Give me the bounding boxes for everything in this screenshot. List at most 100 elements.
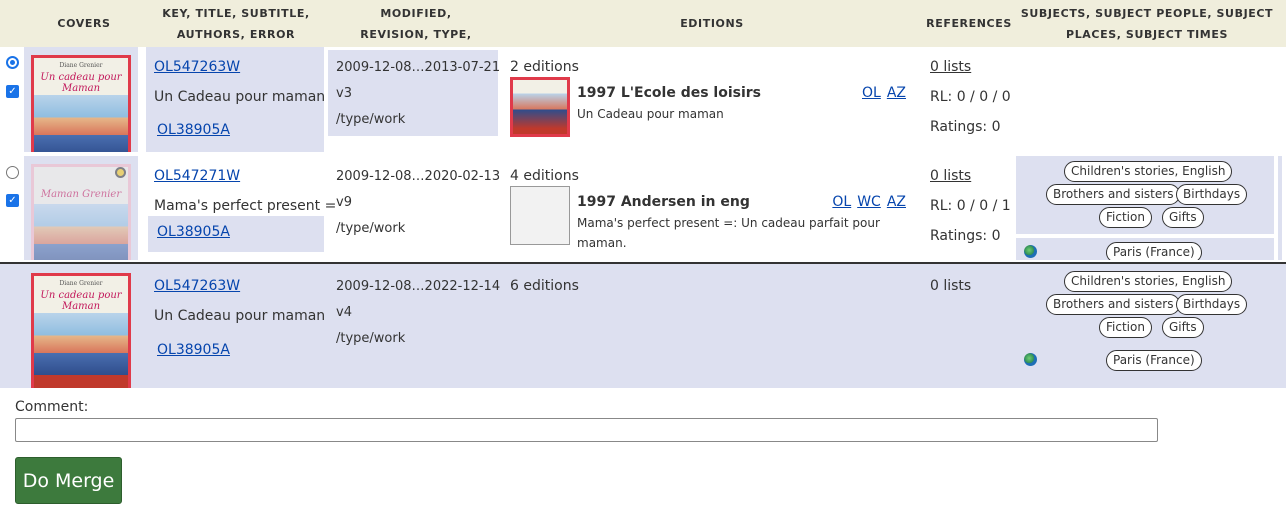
- globe-icon: [1024, 353, 1037, 366]
- subject-tag[interactable]: Gifts: [1162, 317, 1204, 338]
- comment-input[interactable]: [15, 418, 1158, 442]
- subjects-cell: Children's stories, English Brothers and…: [1016, 156, 1274, 260]
- edition-cover-placeholder[interactable]: [510, 186, 570, 245]
- work-key-link[interactable]: OL547263W: [154, 59, 240, 75]
- cover-cell: Diane Grenier Un cadeau pour Maman: [24, 47, 138, 152]
- lists-link[interactable]: 0 lists: [930, 168, 971, 184]
- reading-log: RL: 0 / 0 / 0: [930, 89, 1011, 105]
- cover-image[interactable]: Maman Grenier: [31, 164, 131, 260]
- table-row: ✓ Maman Grenier OL547271W Mama's perfect…: [0, 156, 1286, 260]
- wc-link[interactable]: WC: [857, 194, 881, 210]
- author-link[interactable]: OL38905A: [157, 224, 230, 240]
- author-cell: OL38905A: [148, 334, 324, 370]
- table-row: ✓ Diane Grenier Un cadeau pour Maman OL5…: [0, 47, 1286, 152]
- cover-image[interactable]: Diane Grenier Un cadeau pour Maman: [31, 55, 131, 152]
- key-cell: OL547263W Un Cadeau pour maman OL38905A: [146, 264, 326, 388]
- type-text: /type/work: [336, 112, 406, 127]
- subject-tag[interactable]: Children's stories, English: [1064, 271, 1233, 292]
- header-references: REFERENCES: [926, 17, 1012, 30]
- work-title: Mama's perfect present =: [154, 198, 337, 214]
- type-text: /type/work: [336, 331, 406, 346]
- edition-card: 1997 L'Ecole des loisirs Un Cadeau pour …: [508, 77, 910, 143]
- type-text: /type/work: [336, 221, 406, 236]
- cover-author-text: Diane Grenier: [59, 62, 103, 69]
- cover-image[interactable]: Diane Grenier Un cadeau pour Maman: [31, 273, 131, 388]
- author-link[interactable]: OL38905A: [157, 342, 230, 358]
- ol-link[interactable]: OL: [832, 194, 851, 210]
- comment-label: Comment:: [15, 399, 89, 415]
- subject-tag[interactable]: Brothers and sisters: [1046, 184, 1181, 205]
- master-radio[interactable]: [6, 166, 19, 179]
- subject-tags: Children's stories, English Brothers and…: [1016, 266, 1274, 344]
- author-cell: OL38905A: [148, 216, 324, 252]
- header-key: KEY, TITLE, SUBTITLE, AUTHORS, ERROR: [162, 6, 310, 41]
- cover-title-text: Maman Grenier: [40, 189, 122, 200]
- revision-text: v4: [336, 305, 352, 320]
- az-link[interactable]: AZ: [887, 194, 906, 210]
- master-radio[interactable]: [6, 56, 19, 69]
- cover-author-text: Diane Grenier: [59, 280, 103, 287]
- subject-tag[interactable]: Birthdays: [1176, 184, 1248, 205]
- subject-places: Paris (France): [1016, 238, 1274, 260]
- dates-text: 2009-12-08…2013-07-21: [336, 60, 501, 75]
- work-key-link[interactable]: OL547271W: [154, 168, 240, 184]
- edition-title: 1997 L'Ecole des loisirs: [577, 85, 762, 101]
- cover-title-text: Un cadeau pour Maman: [40, 72, 122, 94]
- edition-cover-thumb[interactable]: [510, 77, 570, 137]
- ol-link[interactable]: OL: [862, 85, 881, 101]
- row-scroll-edge: [1278, 156, 1282, 260]
- dates-text: 2009-12-08…2022-12-14: [336, 279, 501, 294]
- meta-cell: 2009-12-08…2013-07-21 v3 /type/work: [328, 50, 501, 136]
- key-cell: OL547263W Un Cadeau pour maman OL38905A: [146, 47, 326, 152]
- merge-checkbox[interactable]: ✓: [6, 194, 19, 207]
- subjects-cell: Children's stories, English Brothers and…: [1016, 266, 1274, 386]
- lists-text: 0 lists: [930, 278, 972, 294]
- key-cell: OL547271W Mama's perfect present = OL389…: [146, 156, 336, 260]
- subject-tag[interactable]: Gifts: [1162, 207, 1204, 228]
- edition-links: OL WC AZ: [826, 194, 906, 210]
- work-title: Un Cadeau pour maman: [154, 89, 326, 105]
- reading-log: RL: 0 / 0 / 1: [930, 198, 1011, 214]
- subject-tags: Children's stories, English Brothers and…: [1016, 156, 1274, 234]
- subject-tag[interactable]: Fiction: [1099, 207, 1152, 228]
- header-created: CREATED, LAST MODIFIED,REVISION, TYPE, L…: [360, 6, 472, 62]
- work-key-link[interactable]: OL547263W: [154, 278, 240, 294]
- edition-title: 1997 Andersen in eng: [577, 194, 750, 210]
- cover-cell: Maman Grenier: [24, 156, 138, 260]
- work-title: Un Cadeau pour maman: [154, 308, 326, 324]
- header-subjects: SUBJECTS, SUBJECT PEOPLE, SUBJECT PLACES,…: [1020, 6, 1274, 41]
- subject-tag[interactable]: Fiction: [1099, 317, 1152, 338]
- dates-text: 2009-12-08…2020-02-13: [336, 169, 501, 184]
- header-editions: EDITIONS: [680, 17, 744, 30]
- badge-icon: [115, 167, 126, 178]
- author-link[interactable]: OL38905A: [157, 122, 230, 138]
- subject-tag[interactable]: Children's stories, English: [1064, 161, 1233, 182]
- edition-card: 1997 Andersen in eng Mama's perfect pres…: [508, 186, 910, 260]
- subject-places: Paris (France): [1016, 346, 1274, 376]
- meta-cell: 2009-12-08…2022-12-14 v4 /type/work: [328, 264, 501, 374]
- editions-count: 2 editions: [510, 59, 579, 75]
- revision-text: v3: [336, 86, 352, 101]
- table-row-merged: Diane Grenier Un cadeau pour Maman OL547…: [0, 262, 1286, 388]
- edition-subtitle: Un Cadeau pour maman: [577, 107, 724, 121]
- place-tag[interactable]: Paris (France): [1106, 350, 1202, 371]
- cover-cell: Diane Grenier Un cadeau pour Maman: [24, 264, 138, 388]
- az-link[interactable]: AZ: [887, 85, 906, 101]
- editions-count: 6 editions: [510, 278, 579, 294]
- ratings-text: Ratings: 0: [930, 119, 1001, 135]
- revision-text: v9: [336, 195, 352, 210]
- merge-checkbox[interactable]: ✓: [6, 85, 19, 98]
- place-tag[interactable]: Paris (France): [1106, 242, 1202, 260]
- table-header: COVERS KEY, TITLE, SUBTITLE, AUTHORS, ERR…: [0, 0, 1286, 62]
- subject-tag[interactable]: Birthdays: [1176, 294, 1248, 315]
- subject-tag[interactable]: Brothers and sisters: [1046, 294, 1181, 315]
- edition-subtitle: Mama's perfect present =: Un cadeau parf…: [577, 216, 880, 250]
- lists-link[interactable]: 0 lists: [930, 59, 971, 75]
- editions-count: 4 editions: [510, 168, 579, 184]
- globe-icon: [1024, 245, 1037, 258]
- author-cell: OL38905A: [148, 114, 324, 150]
- edition-links: OL AZ: [856, 85, 906, 101]
- do-merge-button[interactable]: Do Merge: [15, 457, 122, 504]
- cover-title-text: Un cadeau pour Maman: [40, 290, 122, 312]
- meta-cell: 2009-12-08…2020-02-13 v9 /type/work: [328, 156, 501, 256]
